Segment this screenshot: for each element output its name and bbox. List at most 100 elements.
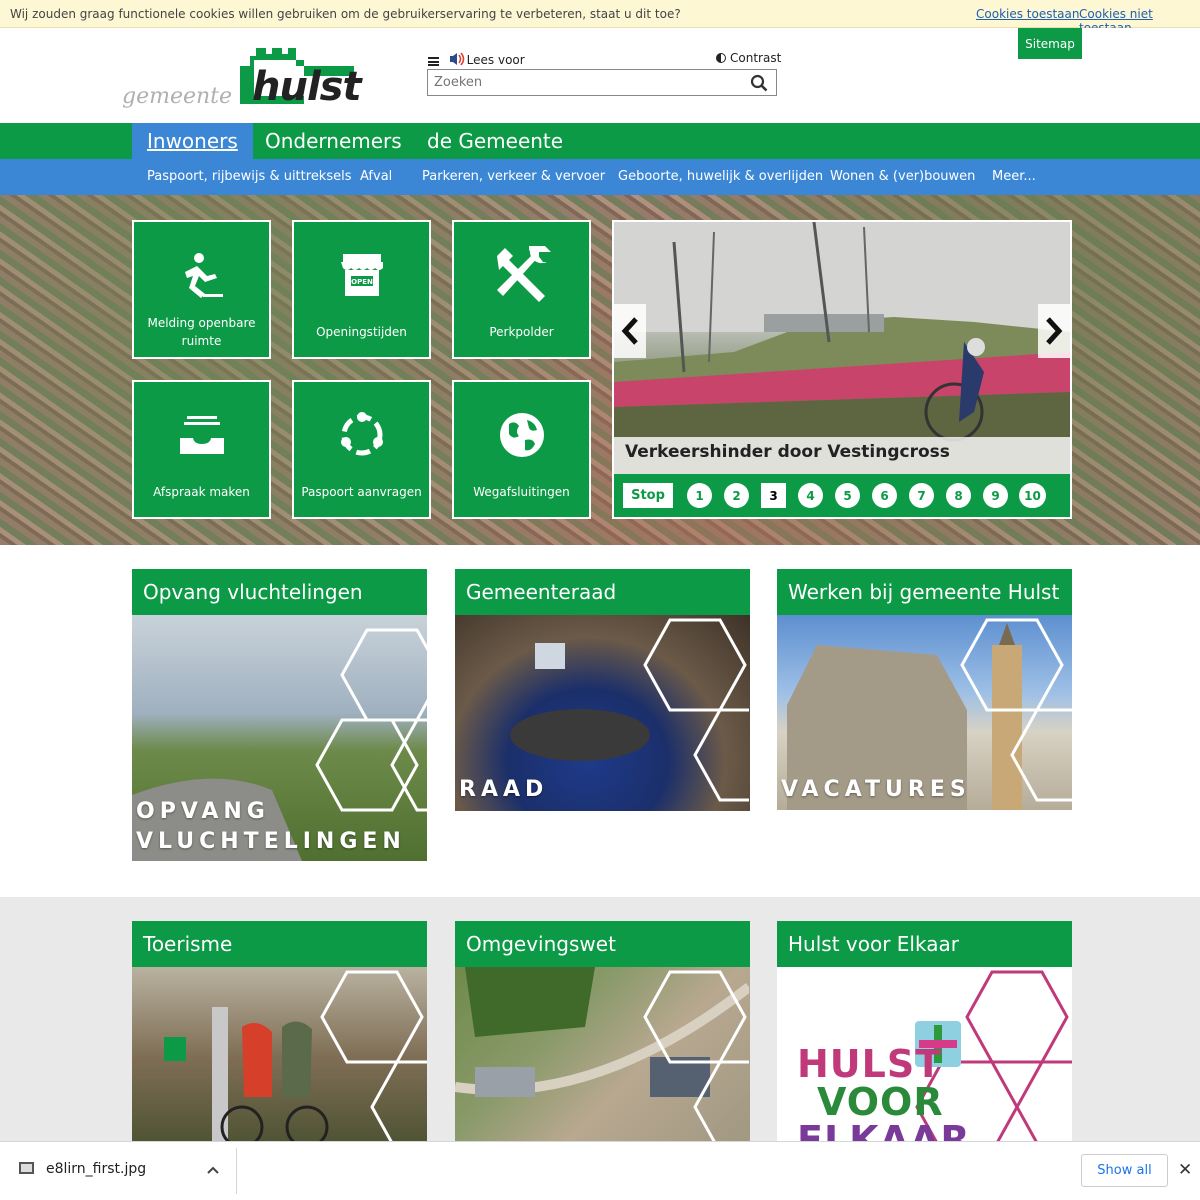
- cookie-allow-link[interactable]: Cookies toestaan: [976, 7, 1080, 21]
- card-image: [455, 967, 750, 1147]
- sub-nav-paspoort[interactable]: Paspoort, rijbewijs & uittreksels: [147, 159, 352, 195]
- image-file-icon: [19, 1162, 34, 1174]
- card-title: Gemeenteraad: [455, 569, 750, 615]
- card-title: Opvang vluchtelingen: [132, 569, 427, 615]
- logo-hulst-text: hulst: [252, 64, 362, 110]
- slider-prev-button[interactable]: [614, 304, 646, 358]
- contrast-icon: [716, 53, 726, 63]
- logo-gemeente-text: gemeente: [122, 84, 233, 109]
- divider: [236, 1148, 237, 1194]
- search-box: [427, 69, 777, 96]
- close-icon[interactable]: ✕: [1178, 1160, 1192, 1180]
- main-nav-ondernemers[interactable]: Ondernemers: [250, 123, 417, 159]
- main-nav: Inwoners Ondernemers de Gemeente: [0, 123, 1200, 159]
- slider-stop-button[interactable]: Stop: [623, 483, 673, 508]
- chevron-up-icon[interactable]: [207, 1163, 219, 1179]
- sub-nav-parkeren[interactable]: Parkeren, verkeer & vervoer: [422, 159, 605, 195]
- slider-page-9[interactable]: 9: [983, 483, 1008, 508]
- tile-label: Afspraak maken: [153, 485, 250, 499]
- card-overlay-text: OPVANG: [136, 799, 270, 824]
- card-image: OPVANG VLUCHTELINGEN: [132, 615, 427, 861]
- card-image: [132, 967, 427, 1147]
- slider-page-10[interactable]: 10: [1019, 483, 1046, 508]
- card-overlay-text: VACATURES: [781, 777, 971, 802]
- show-all-button[interactable]: Show all: [1081, 1154, 1168, 1187]
- tile-wegafsluitingen[interactable]: Wegafsluitingen: [452, 380, 591, 519]
- tile-label: Wegafsluitingen: [473, 485, 570, 499]
- download-filename: e8lirn_first.jpg: [46, 1161, 147, 1177]
- tile-label: Perkpolder: [489, 325, 554, 339]
- card-werken-bij-gemeente-hulst[interactable]: Werken bij gemeente Hulst VACATURES: [777, 569, 1072, 810]
- download-item[interactable]: e8lirn_first.jpg: [19, 1161, 219, 1177]
- svg-text:OPEN: OPEN: [351, 278, 373, 286]
- cookie-message: Wij zouden graag functionele cookies wil…: [10, 7, 681, 21]
- card-overlay-text: VLUCHTELINGEN: [136, 829, 406, 854]
- main-nav-inwoners[interactable]: Inwoners: [132, 123, 253, 159]
- card-title: Toerisme: [132, 921, 427, 967]
- slide-image[interactable]: Verkeershinder door Vestingcross: [614, 222, 1070, 474]
- card-omgevingswet[interactable]: Omgevingswet: [455, 921, 750, 1147]
- search-icon: [750, 74, 768, 92]
- card-title: Hulst voor Elkaar: [777, 921, 1072, 967]
- sub-nav-meer[interactable]: Meer...: [992, 159, 1036, 195]
- cookie-bar: Wij zouden graag functionele cookies wil…: [0, 0, 1200, 35]
- site-logo[interactable]: gemeente hulst: [120, 46, 365, 112]
- tile-label: Melding openbare ruimte: [147, 316, 256, 348]
- tools-icon: [496, 246, 551, 302]
- card-gemeenteraad[interactable]: Gemeenteraad RAAD: [455, 569, 750, 811]
- contrast-toggle[interactable]: Contrast: [716, 51, 781, 65]
- tile-label: Paspoort aanvragen: [301, 485, 422, 499]
- slider-page-4[interactable]: 4: [798, 483, 823, 508]
- download-bar: e8lirn_first.jpg Show all ✕: [0, 1141, 1200, 1200]
- globe-icon: [499, 413, 544, 457]
- card-hulst-voor-elkaar[interactable]: Hulst voor Elkaar HULST VOOR ELKAAR: [777, 921, 1072, 1147]
- card-image: VACATURES: [777, 615, 1072, 810]
- sub-nav-wonen[interactable]: Wonen & (ver)bouwen: [830, 159, 975, 195]
- slider-page-8[interactable]: 8: [946, 483, 971, 508]
- chevron-left-icon: [621, 317, 638, 345]
- tile-label: Openingstijden: [316, 325, 407, 339]
- tile-afspraak-maken[interactable]: Afspraak maken: [132, 380, 271, 519]
- tile-paspoort-aanvragen[interactable]: Paspoort aanvragen: [292, 380, 431, 519]
- tile-perkpolder[interactable]: Perkpolder: [452, 220, 591, 359]
- chevron-right-icon: [1046, 317, 1063, 345]
- card-toerisme[interactable]: Toerisme: [132, 921, 427, 1147]
- slider-page-3[interactable]: 3: [761, 483, 786, 508]
- main-nav-de-gemeente[interactable]: de Gemeente: [412, 123, 578, 159]
- card-image: RAAD: [455, 615, 750, 811]
- hexagon-overlay-icon: [164, 970, 427, 1147]
- sub-nav-geboorte[interactable]: Geboorte, huwelijk & overlijden: [618, 159, 823, 195]
- card-image: HULST VOOR ELKAAR: [777, 967, 1072, 1147]
- search-input[interactable]: [428, 70, 738, 95]
- tile-melding-openbare-ruimte[interactable]: Melding openbare ruimte: [132, 220, 271, 359]
- open-shop-icon: OPEN: [340, 254, 383, 296]
- hulst-voor-elkaar-logo: HULST VOOR ELKAAR: [797, 970, 1072, 1147]
- slider-page-7[interactable]: 7: [909, 483, 934, 508]
- slider-page-2[interactable]: 2: [724, 483, 749, 508]
- hero-section: Melding openbare ruimte OPEN Openingstij…: [0, 195, 1200, 545]
- tile-openingstijden[interactable]: OPEN Openingstijden: [292, 220, 431, 359]
- news-slider: Verkeershinder door Vestingcross Stop 1 …: [612, 220, 1072, 519]
- sub-nav: Paspoort, rijbewijs & uittreksels Afval …: [0, 159, 1200, 195]
- speaker-icon[interactable]: [449, 52, 465, 66]
- card-opvang-vluchtelingen[interactable]: Opvang vluchtelingen OPVANG VLUCHTELINGE…: [132, 569, 427, 861]
- header: gemeente hulst Lees voor Contrast Sitema…: [0, 28, 1200, 123]
- read-aloud-link[interactable]: Lees voor: [467, 53, 525, 67]
- slider-page-1[interactable]: 1: [687, 483, 712, 508]
- search-button[interactable]: [750, 74, 768, 92]
- slip-icon: [184, 253, 223, 298]
- slider-page-5[interactable]: 5: [835, 483, 860, 508]
- slider-next-button[interactable]: [1038, 304, 1070, 358]
- slider-controls: Stop 1 2 3 4 5 6 7 8 9 10: [614, 474, 1070, 517]
- hexagon-overlay-icon: [455, 967, 749, 1147]
- slider-page-6[interactable]: 6: [872, 483, 897, 508]
- circle-arrows-icon: [340, 412, 383, 456]
- contrast-label: Contrast: [730, 51, 782, 65]
- card-title: Werken bij gemeente Hulst: [777, 569, 1072, 615]
- inbox-icon: [179, 416, 224, 454]
- sub-nav-afval[interactable]: Afval: [360, 159, 392, 195]
- slide-caption[interactable]: Verkeershinder door Vestingcross: [614, 437, 1070, 474]
- menu-icon[interactable]: [428, 57, 439, 66]
- card-overlay-text: RAAD: [459, 777, 549, 802]
- sitemap-button[interactable]: Sitemap: [1018, 28, 1082, 59]
